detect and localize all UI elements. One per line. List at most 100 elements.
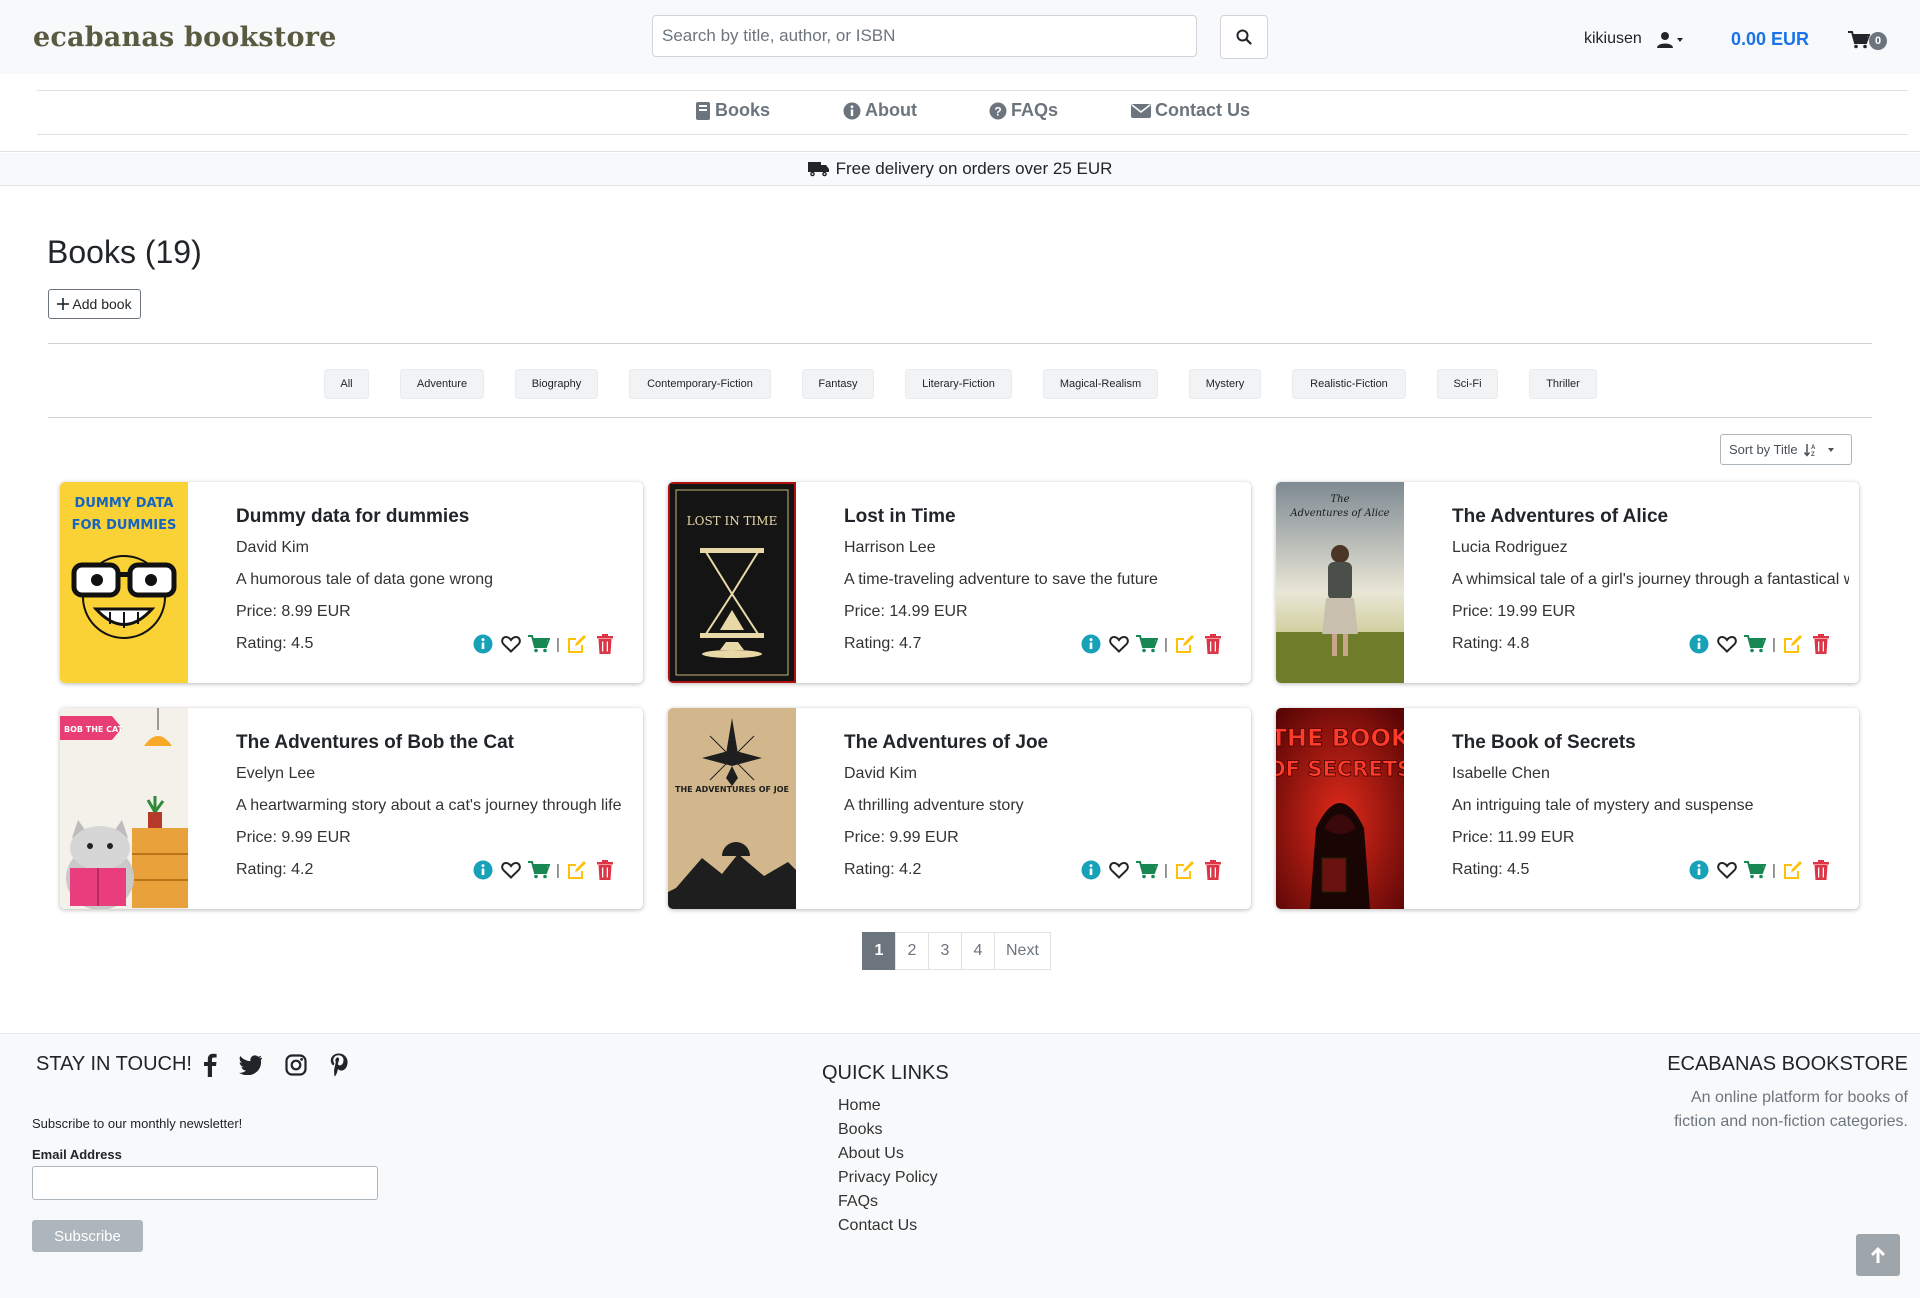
trash-icon (596, 634, 613, 654)
sort-dropdown[interactable]: Sort by Title AZ (1720, 434, 1852, 465)
search-input[interactable] (652, 15, 1197, 57)
filter-literary-fiction[interactable]: Literary-Fiction (905, 369, 1012, 399)
heart-icon (501, 861, 521, 879)
filter-contemporary-fiction[interactable]: Contemporary-Fiction (629, 369, 771, 399)
edit-button[interactable] (1174, 633, 1196, 655)
page-3-button[interactable]: 3 (928, 932, 962, 970)
book-price: Price: 9.99 EUR (844, 829, 959, 846)
delete-button[interactable] (1202, 859, 1224, 881)
wishlist-button[interactable] (500, 633, 522, 655)
wishlist-button[interactable] (1108, 859, 1130, 881)
add-to-cart-button[interactable] (1744, 633, 1766, 655)
filter-thriller[interactable]: Thriller (1529, 369, 1597, 399)
filter-biography[interactable]: Biography (515, 369, 598, 399)
add-to-cart-button[interactable] (528, 633, 550, 655)
cart-button[interactable]: 0 (1848, 28, 1896, 54)
edit-button[interactable] (566, 859, 588, 881)
pinterest-link[interactable] (326, 1052, 352, 1078)
user-menu-dropdown[interactable] (1656, 29, 1690, 51)
search-button[interactable] (1220, 15, 1268, 59)
page-4-button[interactable]: 4 (961, 932, 995, 970)
user-icon (1657, 32, 1673, 48)
add-to-cart-button[interactable] (528, 859, 550, 881)
delete-button[interactable] (1202, 633, 1224, 655)
book-title[interactable]: The Adventures of Alice (1452, 506, 1668, 528)
delete-button[interactable] (1810, 633, 1832, 655)
book-title[interactable]: The Adventures of Bob the Cat (236, 732, 514, 754)
nav-contact-label: Contact Us (1155, 100, 1251, 120)
brand-logo[interactable]: ecabanas bookstore (33, 22, 337, 53)
page-1-button[interactable]: 1 (862, 932, 896, 970)
details-button[interactable] (1688, 859, 1710, 881)
twitter-link[interactable] (238, 1052, 264, 1078)
book-cover[interactable]: DUMMY DATA FOR DUMMIES (60, 482, 188, 683)
email-field[interactable] (32, 1166, 378, 1200)
book-title[interactable]: The Book of Secrets (1452, 732, 1636, 754)
instagram-link[interactable] (283, 1052, 309, 1078)
cart-icon (1744, 861, 1766, 879)
book-cover[interactable]: THE ADVENTURES OF JOE (668, 708, 796, 909)
subscribe-button[interactable]: Subscribe (32, 1220, 143, 1252)
filter-mystery[interactable]: Mystery (1189, 369, 1261, 399)
filter-magical-realism[interactable]: Magical-Realism (1043, 369, 1158, 399)
nav-about[interactable]: About (843, 100, 917, 121)
details-button[interactable] (472, 633, 494, 655)
edit-button[interactable] (1782, 859, 1804, 881)
book-actions: | (1080, 633, 1230, 655)
page-2-button[interactable]: 2 (895, 932, 929, 970)
quick-link-about[interactable]: About Us (838, 1142, 938, 1166)
filter-all[interactable]: All (324, 369, 369, 399)
filter-sci-fi[interactable]: Sci-Fi (1437, 369, 1498, 399)
wishlist-button[interactable] (1716, 859, 1738, 881)
delete-button[interactable] (594, 859, 616, 881)
book-title[interactable]: The Adventures of Joe (844, 732, 1048, 754)
wishlist-button[interactable] (1108, 633, 1130, 655)
quick-link-contact[interactable]: Contact Us (838, 1214, 938, 1238)
svg-text:THE BOOK: THE BOOK (1276, 724, 1404, 752)
quick-link-home[interactable]: Home (838, 1094, 938, 1118)
filter-fantasy[interactable]: Fantasy (802, 369, 874, 399)
next-page-button[interactable]: Next (994, 932, 1051, 970)
book-cover[interactable]: THE BOOK OF SECRETS (1276, 708, 1404, 909)
details-button[interactable] (1688, 633, 1710, 655)
edit-button[interactable] (1174, 859, 1196, 881)
details-button[interactable] (1080, 633, 1102, 655)
info-icon (1689, 860, 1709, 880)
nav-contact[interactable]: Contact Us (1131, 100, 1250, 121)
filter-adventure[interactable]: Adventure (400, 369, 484, 399)
add-to-cart-button[interactable] (1136, 859, 1158, 881)
quick-link-books[interactable]: Books (838, 1118, 938, 1142)
edit-button[interactable] (1782, 633, 1804, 655)
facebook-link[interactable] (197, 1052, 223, 1078)
cart-icon (1136, 861, 1158, 879)
book-cover[interactable]: The Adventures of Alice (1276, 482, 1404, 683)
main-nav-bar: Books About ? FAQs Contact Us (37, 90, 1908, 135)
add-to-cart-button[interactable] (1744, 859, 1766, 881)
book-cover[interactable]: BOB THE CAT (60, 708, 188, 909)
filter-realistic-fiction[interactable]: Realistic-Fiction (1292, 369, 1406, 399)
delete-button[interactable] (594, 633, 616, 655)
details-button[interactable] (472, 859, 494, 881)
book-title[interactable]: Lost in Time (844, 506, 956, 528)
book-cover[interactable]: LOST IN TIME (668, 482, 796, 683)
svg-text:A: A (1811, 445, 1816, 451)
chevron-down-icon (1677, 38, 1683, 42)
nav-books[interactable]: Books (695, 100, 770, 121)
cart-total[interactable]: 0.00 EUR (1731, 29, 1809, 50)
quick-link-privacy[interactable]: Privacy Policy (838, 1166, 938, 1190)
wishlist-button[interactable] (500, 859, 522, 881)
back-to-top-button[interactable] (1856, 1234, 1900, 1276)
book-title[interactable]: Dummy data for dummies (236, 506, 469, 528)
delete-button[interactable] (1810, 859, 1832, 881)
quick-link-faqs[interactable]: FAQs (838, 1190, 938, 1214)
category-filters: All Adventure Biography Contemporary-Fic… (0, 369, 1920, 399)
add-book-button[interactable]: Add book (48, 289, 141, 319)
search-icon (1236, 29, 1252, 45)
wishlist-button[interactable] (1716, 633, 1738, 655)
edit-button[interactable] (566, 633, 588, 655)
nav-faqs[interactable]: ? FAQs (989, 100, 1058, 121)
page-title: Books (19) (47, 234, 202, 270)
trash-icon (1812, 860, 1829, 880)
details-button[interactable] (1080, 859, 1102, 881)
add-to-cart-button[interactable] (1136, 633, 1158, 655)
